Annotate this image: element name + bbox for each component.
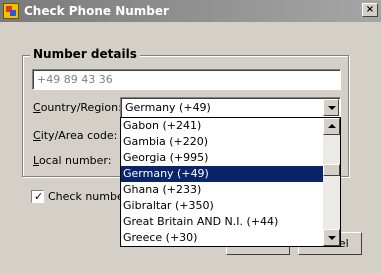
country-option[interactable]: Gibraltar (+350) xyxy=(121,198,324,214)
country-option[interactable]: Germany (+49) xyxy=(121,166,324,182)
country-option[interactable]: Greece (+30) xyxy=(121,230,324,246)
scroll-up-icon[interactable] xyxy=(323,118,340,135)
country-option[interactable]: Ghana (+233) xyxy=(121,182,324,198)
chevron-down-icon[interactable] xyxy=(323,99,339,116)
country-select[interactable]: Germany (+49) xyxy=(120,97,341,118)
country-options: Gabon (+241) Gambia (+220) Georgia (+995) G… xyxy=(121,118,324,246)
scroll-down-icon[interactable] xyxy=(323,229,340,246)
check-phone-dialog: Check Phone Number × Number details +49 … xyxy=(0,0,381,273)
title-bar[interactable]: Check Phone Number × xyxy=(0,0,381,22)
check-number-checkbox[interactable]: ✓ xyxy=(31,190,44,203)
window-title: Check Phone Number xyxy=(24,4,169,18)
country-option[interactable]: Gambia (+220) xyxy=(121,134,324,150)
city-label: City/Area code: xyxy=(33,129,118,142)
phone-input[interactable]: +49 89 43 36 xyxy=(32,69,341,90)
scroll-thumb[interactable] xyxy=(323,164,340,176)
dropdown-scrollbar[interactable] xyxy=(323,118,340,246)
close-button[interactable]: × xyxy=(362,3,378,17)
local-label: Local number: xyxy=(33,154,112,167)
country-selected: Germany (+49) xyxy=(125,101,211,114)
group-label: Number details xyxy=(30,47,140,61)
phone-value: +49 89 43 36 xyxy=(37,73,113,86)
country-label: Country/Region: xyxy=(33,101,122,114)
checkmark-icon: ✓ xyxy=(34,190,44,203)
country-dropdown-list[interactable]: Gabon (+241) Gambia (+220) Georgia (+995) G… xyxy=(120,117,341,247)
country-option[interactable]: Gabon (+241) xyxy=(121,118,324,134)
app-icon xyxy=(3,3,19,19)
country-option[interactable]: Georgia (+995) xyxy=(121,150,324,166)
country-option[interactable]: Great Britain AND N.I. (+44) xyxy=(121,214,324,230)
